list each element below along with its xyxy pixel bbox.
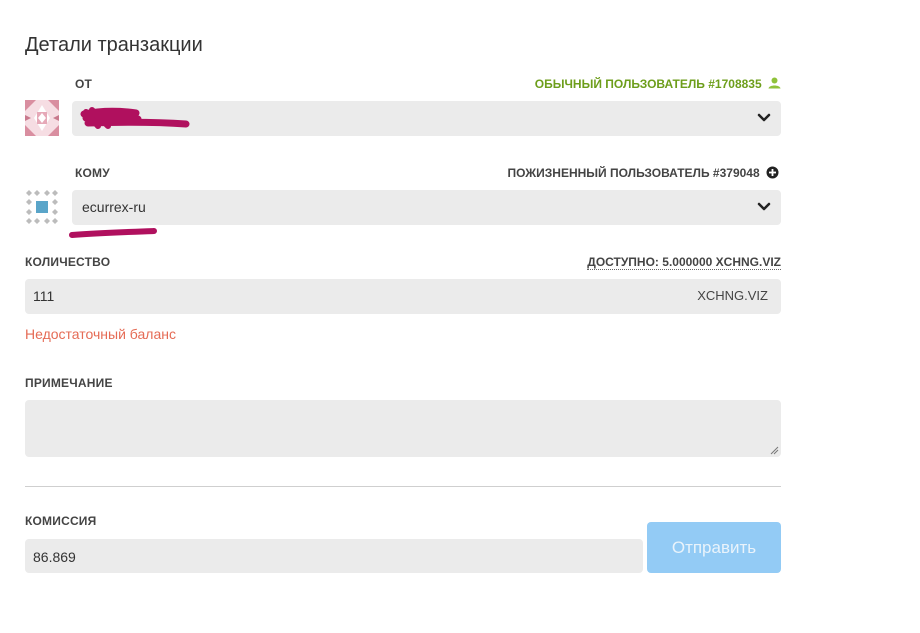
to-account-type: ПОЖИЗНЕННЫЙ ПОЛЬЗОВАТЕЛЬ #379048: [507, 166, 760, 180]
amount-label: КОЛИЧЕСТВО: [25, 255, 111, 269]
chevron-down-icon: [757, 113, 771, 122]
from-account-type: ОБЫЧНЫЙ ПОЛЬЗОВАТЕЛЬ #1708835: [534, 77, 762, 91]
underline-mark: [69, 228, 157, 238]
user-icon: [768, 77, 781, 89]
fee-value: 86.869: [33, 549, 76, 565]
available-balance-link[interactable]: ДОСТУПНО: 5.000000 XCHNG.VIZ: [587, 255, 781, 270]
from-account-select[interactable]: [72, 101, 781, 136]
memo-label: ПРИМЕЧАНИЕ: [25, 376, 113, 390]
from-avatar: [25, 100, 59, 136]
amount-value: 111: [33, 288, 55, 304]
plus-circle-icon[interactable]: [766, 166, 779, 179]
to-avatar: [25, 189, 59, 225]
memo-textarea[interactable]: [25, 400, 781, 457]
to-label: КОМУ: [75, 166, 110, 180]
divider: [25, 486, 781, 487]
fee-label: КОМИССИЯ: [25, 514, 97, 528]
chevron-down-icon: [757, 202, 771, 211]
to-account-select[interactable]: ecurrex-ru: [72, 190, 781, 225]
from-account-meta: ОБЫЧНЫЙ ПОЛЬЗОВАТЕЛЬ #1708835: [535, 77, 781, 91]
amount-error: Недостаточный баланс: [25, 326, 176, 342]
page-title: Детали транзакции: [25, 34, 203, 56]
from-label: ОТ: [75, 77, 93, 91]
send-button[interactable]: Отправить: [647, 522, 781, 573]
to-account-meta: ПОЖИЗНЕННЫЙ ПОЛЬЗОВАТЕЛЬ #379048: [507, 166, 779, 180]
fee-input[interactable]: 86.869: [25, 539, 643, 573]
amount-unit: XCHNG.VIZ: [697, 288, 768, 303]
amount-input[interactable]: 111 XCHNG.VIZ: [25, 279, 781, 314]
resize-grip-icon[interactable]: [770, 446, 779, 455]
to-account-value: ecurrex-ru: [82, 199, 146, 215]
